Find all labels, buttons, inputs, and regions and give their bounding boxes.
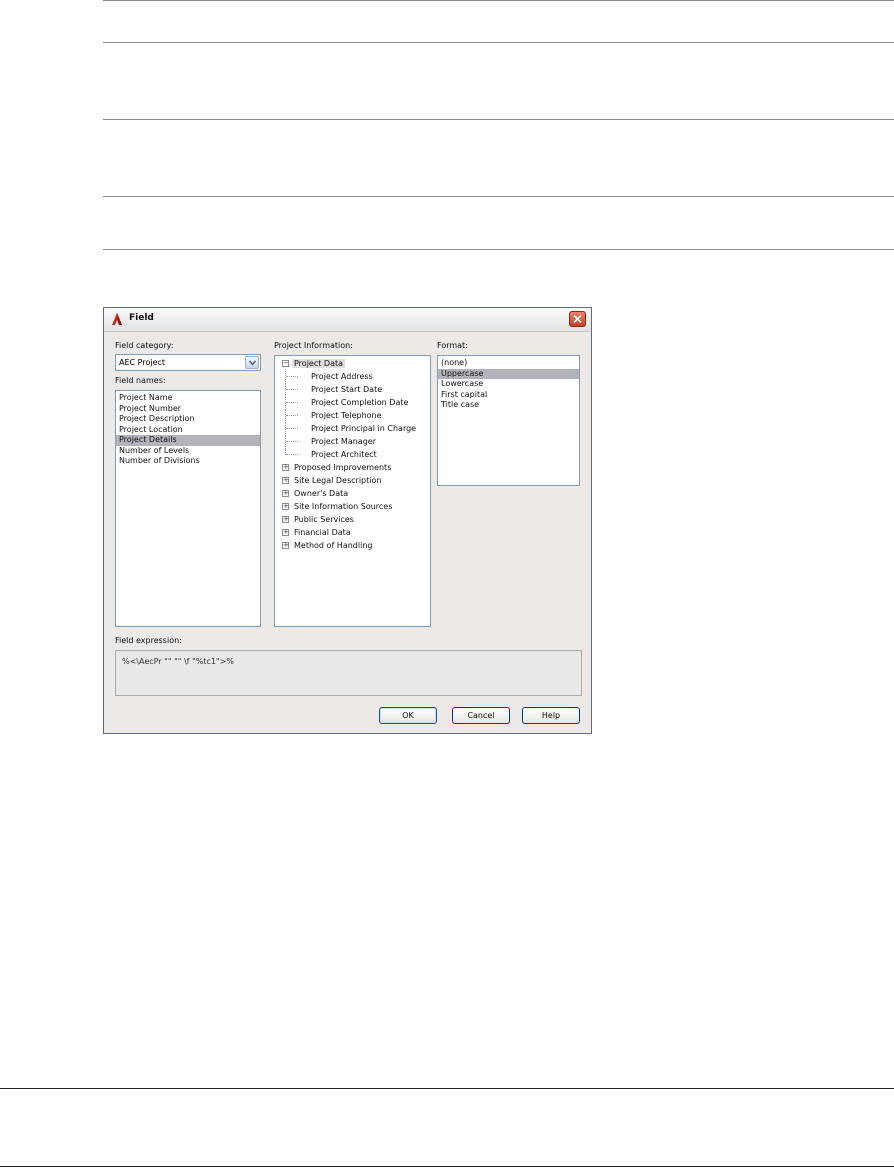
title-bar[interactable]: Field xyxy=(104,308,591,332)
tree-leaf[interactable]: Project Principal in Charge xyxy=(285,423,418,436)
close-button[interactable] xyxy=(569,311,586,327)
close-icon xyxy=(573,315,582,323)
tree-connector xyxy=(285,436,300,449)
tree-leaf-label: Project Address xyxy=(311,372,373,381)
field-names-list[interactable]: Project Name Project Number Project Descri… xyxy=(115,390,261,627)
autocad-logo-icon xyxy=(112,313,122,325)
format-item[interactable]: (none) xyxy=(438,358,579,369)
tree-connector xyxy=(285,371,300,384)
tree-connector xyxy=(285,410,300,423)
project-information-label: Project Information: xyxy=(274,341,353,350)
field-name-item[interactable]: Number of Divisions xyxy=(116,456,260,467)
footer-rule-bottom xyxy=(0,1166,894,1167)
field-name-item[interactable]: Project Details xyxy=(116,435,260,446)
tree-node[interactable]: + Owner's Data xyxy=(282,488,350,499)
tree-node-label: Project Data xyxy=(292,359,346,368)
field-name-item[interactable]: Project Name xyxy=(116,393,260,404)
tree-leaf-label: Project Telephone xyxy=(311,411,382,420)
expand-icon[interactable]: + xyxy=(282,503,289,510)
tree-node-label: Financial Data xyxy=(294,528,351,537)
expand-icon[interactable]: + xyxy=(282,542,289,549)
field-expression-box: %<\AecPr "" "" \f "%tc1">% xyxy=(115,650,582,696)
format-item[interactable]: Lowercase xyxy=(438,379,579,390)
tree-leaf-label: Project Architect xyxy=(311,450,377,459)
tree-node[interactable]: − Project Data xyxy=(282,358,346,369)
tree-node-label: Site Legal Description xyxy=(294,476,382,485)
tree-node-label: Site Information Sources xyxy=(294,502,393,511)
field-names-label: Field names: xyxy=(115,376,166,385)
tree-leaf[interactable]: Project Architect xyxy=(285,449,379,460)
field-name-item[interactable]: Project Description xyxy=(116,414,260,425)
tree-leaf[interactable]: Project Start Date xyxy=(285,384,384,397)
rule-5 xyxy=(103,249,894,250)
tree-leaf-label: Project Manager xyxy=(311,437,376,446)
chevron-down-icon xyxy=(249,360,256,366)
tree-leaf[interactable]: Project Completion Date xyxy=(285,397,410,410)
expand-icon[interactable]: + xyxy=(282,529,289,536)
tree-node-label: Owner's Data xyxy=(294,489,349,498)
field-expression-label: Field expression: xyxy=(115,636,182,645)
tree-node[interactable]: + Proposed Improvements xyxy=(282,462,393,473)
field-name-item[interactable]: Project Number xyxy=(116,404,260,415)
format-item[interactable]: First capital xyxy=(438,390,579,401)
tree-connector xyxy=(285,449,300,455)
tree-node[interactable]: + Method of Handling xyxy=(282,540,374,551)
rule-1 xyxy=(103,0,894,1)
field-dialog: Field Field category: AEC Project Field … xyxy=(103,307,592,734)
tree-leaf[interactable]: Project Manager xyxy=(285,436,378,449)
tree-connector xyxy=(285,423,300,436)
tree-leaf[interactable]: Project Address xyxy=(285,371,375,384)
expand-icon[interactable]: + xyxy=(282,477,289,484)
tree-leaf-label: Project Principal in Charge xyxy=(311,424,417,433)
cancel-button[interactable]: Cancel xyxy=(452,707,510,724)
format-list[interactable]: (none) Uppercase Lowercase First capital Tit… xyxy=(437,355,580,486)
tree-node[interactable]: + Financial Data xyxy=(282,527,353,538)
rule-2 xyxy=(103,42,894,43)
field-category-label: Field category: xyxy=(115,341,174,350)
tree-node[interactable]: + Site Legal Description xyxy=(282,475,383,486)
dropdown-arrow-button[interactable] xyxy=(245,356,259,369)
tree-leaf-label: Project Completion Date xyxy=(311,398,409,407)
format-label: Format: xyxy=(437,341,468,350)
field-name-item[interactable]: Project Location xyxy=(116,425,260,436)
tree-node[interactable]: + Public Services xyxy=(282,514,356,525)
format-item[interactable]: Title case xyxy=(438,400,579,411)
expand-icon[interactable]: + xyxy=(282,516,289,523)
expand-icon[interactable]: + xyxy=(282,464,289,471)
field-category-value: AEC Project xyxy=(119,358,166,367)
help-button[interactable]: Help xyxy=(522,707,580,724)
tree-node-label: Proposed Improvements xyxy=(294,463,392,472)
tree-connector xyxy=(285,384,300,397)
ok-button[interactable]: OK xyxy=(379,707,437,724)
field-name-item[interactable]: Number of Levels xyxy=(116,446,260,457)
field-category-select[interactable]: AEC Project xyxy=(115,354,261,371)
format-item[interactable]: Uppercase xyxy=(438,368,579,379)
dialog-title: Field xyxy=(129,313,154,323)
tree-node-label: Method of Handling xyxy=(294,541,373,550)
tree-connector xyxy=(285,397,300,410)
project-information-tree[interactable]: − Project Data Project Address Project Star… xyxy=(274,355,431,627)
tree-leaf[interactable]: Project Telephone xyxy=(285,410,384,423)
expand-icon[interactable]: + xyxy=(282,490,289,497)
field-expression-value: %<\AecPr "" "" \f "%tc1">% xyxy=(122,657,234,666)
tree-node[interactable]: + Site Information Sources xyxy=(282,501,394,512)
tree-leaf-label: Project Start Date xyxy=(311,385,383,394)
rule-3 xyxy=(103,119,894,120)
rule-4 xyxy=(103,196,894,197)
collapse-icon[interactable]: − xyxy=(282,360,289,367)
tree-node-label: Public Services xyxy=(294,515,354,524)
footer-rule-top xyxy=(0,1088,894,1089)
